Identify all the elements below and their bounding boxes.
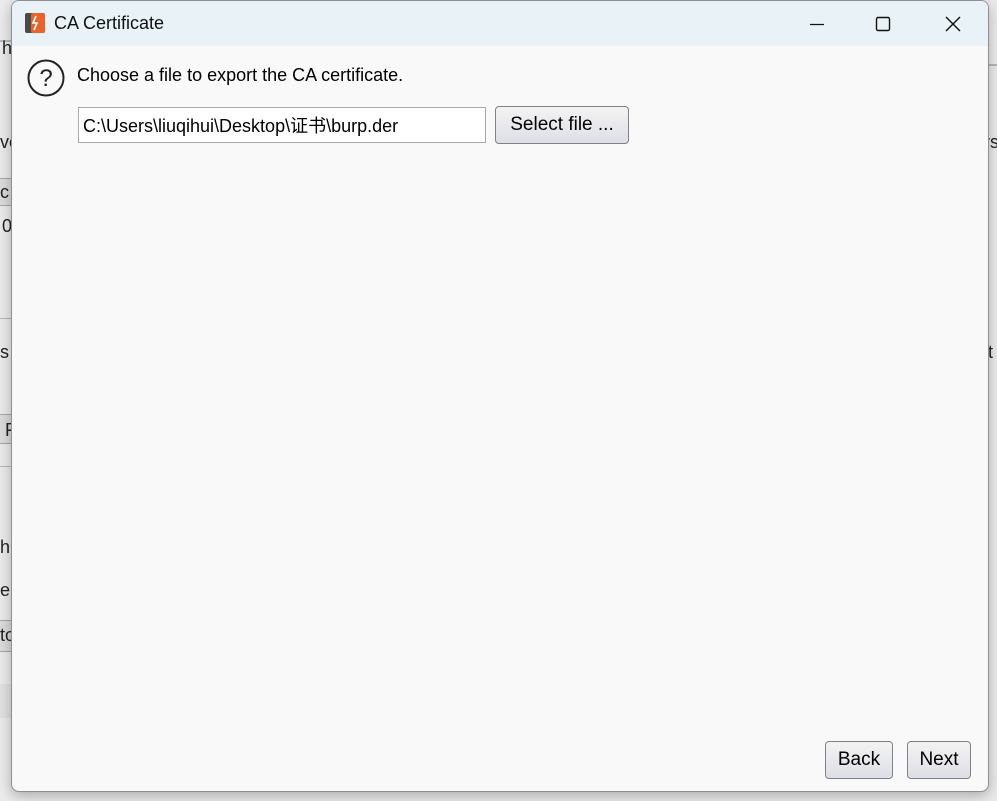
close-button[interactable] xyxy=(918,1,988,46)
next-button[interactable]: Next xyxy=(907,741,971,779)
ca-certificate-dialog: CA Certificate ? Choose a file to export… xyxy=(11,0,989,792)
back-button[interactable]: Back xyxy=(825,741,893,779)
burp-logo-icon xyxy=(25,13,45,33)
dialog-title: CA Certificate xyxy=(54,13,165,33)
maximize-button[interactable] xyxy=(848,1,918,46)
minimize-icon xyxy=(810,23,824,25)
minimize-button[interactable] xyxy=(782,1,852,46)
title-bar[interactable]: CA Certificate xyxy=(12,1,988,46)
file-path-input[interactable] xyxy=(78,107,486,143)
background-text: h xyxy=(0,537,11,557)
background-text: s xyxy=(0,342,9,362)
maximize-icon xyxy=(875,16,891,31)
close-icon xyxy=(945,16,961,31)
svg-text:?: ? xyxy=(39,65,52,92)
question-circle-icon: ? xyxy=(27,59,65,97)
background-text: c xyxy=(0,182,9,202)
export-prompt: Choose a file to export the CA certifica… xyxy=(77,65,404,85)
select-file-button[interactable]: Select file ... xyxy=(495,106,629,144)
background-text: e xyxy=(0,580,11,600)
